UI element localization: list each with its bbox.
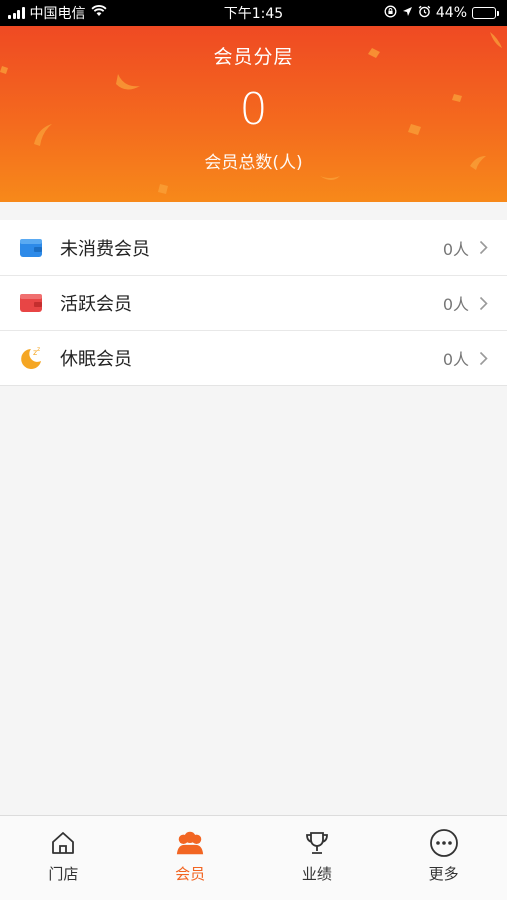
status-bar: 中国电信 下午1:45 44% bbox=[0, 0, 507, 26]
tab-performance[interactable]: 业绩 bbox=[254, 816, 381, 900]
signal-icon bbox=[8, 7, 25, 19]
chevron-right-icon bbox=[477, 295, 489, 311]
list-item-label: 活跃会员 bbox=[60, 294, 132, 315]
tab-label: 会员 bbox=[175, 865, 206, 883]
alarm-icon bbox=[418, 5, 431, 22]
page-title: 会员分层 bbox=[213, 46, 294, 68]
tab-label: 门店 bbox=[48, 865, 79, 883]
member-summary-header: 会员分层 0 会员总数(人) bbox=[0, 26, 507, 202]
home-icon bbox=[48, 828, 78, 858]
svg-text:z: z bbox=[37, 346, 40, 353]
list-item-count: 0人 bbox=[442, 295, 469, 314]
total-members-count: 0 bbox=[239, 84, 268, 135]
total-members-label: 会员总数(人) bbox=[204, 153, 303, 173]
list-item-label: 未消费会员 bbox=[60, 238, 150, 260]
tab-members[interactable]: 会员 bbox=[127, 816, 254, 900]
tab-label: 更多 bbox=[428, 865, 459, 883]
screen-lock-icon bbox=[384, 5, 397, 22]
members-icon bbox=[175, 828, 205, 858]
battery-icon bbox=[472, 7, 499, 19]
chevron-right-icon bbox=[477, 350, 489, 366]
list-item-count: 0人 bbox=[442, 239, 469, 259]
list-item-unspent-members[interactable]: 未消费会员 0人 bbox=[0, 220, 507, 275]
list-item-dormant-members[interactable]: z z 休眠会员 0人 bbox=[0, 330, 507, 385]
more-icon bbox=[429, 828, 459, 858]
wifi-icon bbox=[90, 5, 107, 21]
trophy-icon bbox=[302, 828, 332, 858]
battery-percent: 44% bbox=[435, 5, 467, 21]
bottom-tab-bar: 门店 会员 业绩 更多 bbox=[0, 815, 507, 900]
tab-store[interactable]: 门店 bbox=[0, 816, 127, 900]
member-tier-list: 未消费会员 0人 活跃会员 0人 z z 休眠会员 0人 bbox=[0, 220, 507, 386]
tab-label: 业绩 bbox=[301, 865, 332, 883]
wallet-red-icon bbox=[18, 290, 44, 316]
tab-more[interactable]: 更多 bbox=[380, 816, 507, 900]
location-icon bbox=[402, 5, 413, 21]
carrier-label: 中国电信 bbox=[29, 6, 86, 22]
moon-sleep-icon: z z bbox=[18, 345, 44, 371]
list-item-count: 0人 bbox=[442, 350, 469, 369]
list-divider bbox=[0, 385, 507, 386]
list-item-label: 休眠会员 bbox=[60, 349, 132, 370]
list-item-active-members[interactable]: 活跃会员 0人 bbox=[0, 275, 507, 330]
wallet-blue-icon bbox=[18, 235, 44, 261]
chevron-right-icon bbox=[477, 240, 489, 256]
